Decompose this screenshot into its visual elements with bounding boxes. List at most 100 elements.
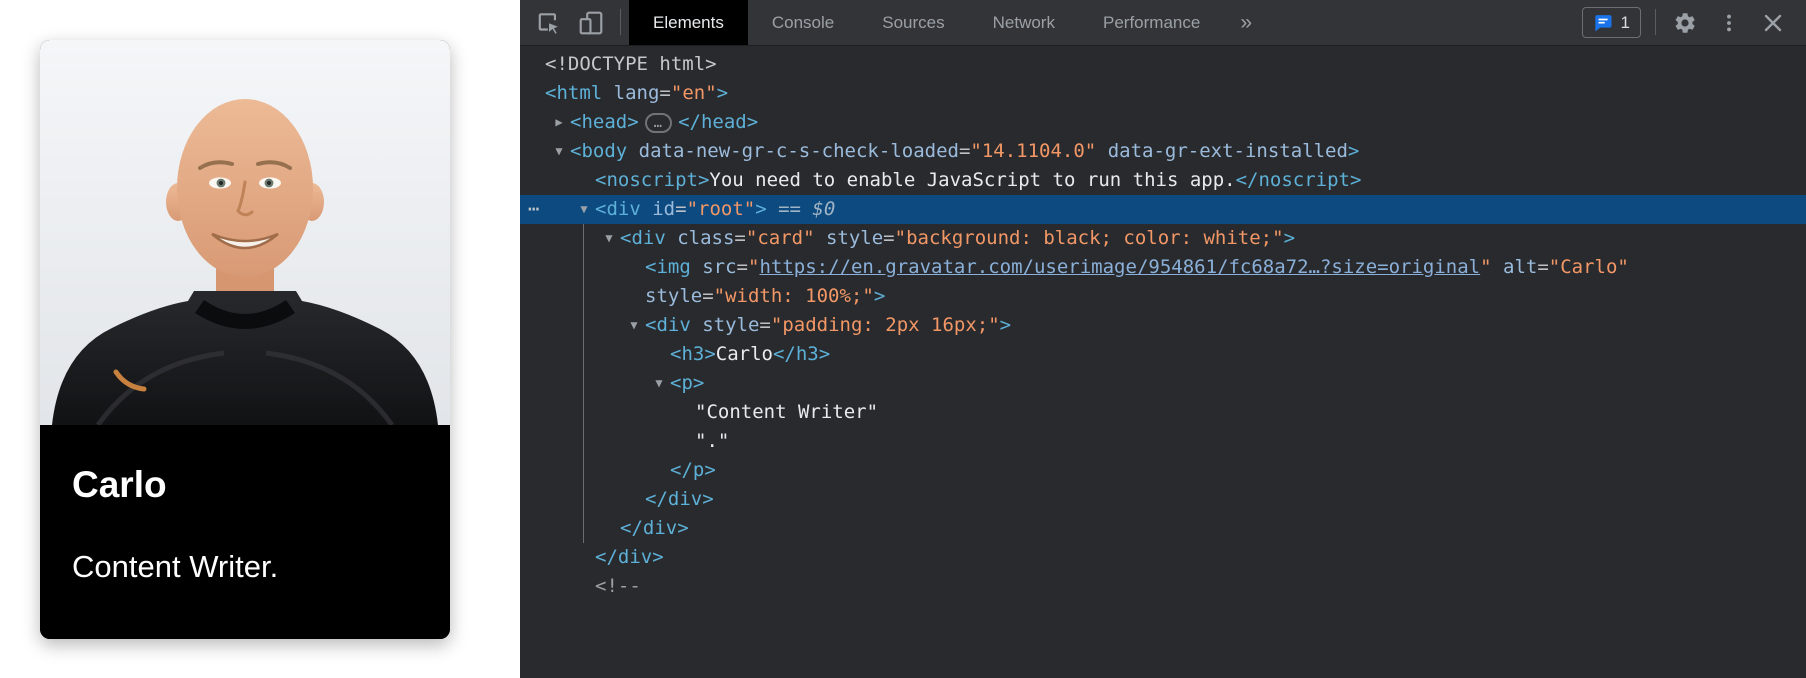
collapse-arrow-icon[interactable]: ▼ — [575, 195, 593, 224]
tree-node[interactable]: ▶ <head>… </head> — [520, 108, 1806, 137]
profile-card-info: Carlo Content Writer. — [40, 425, 450, 639]
tree-node[interactable]: <html lang="en"> — [520, 79, 1806, 108]
code-segment: = — [736, 256, 748, 278]
code-segment: > — [873, 285, 886, 307]
code-segment: style — [825, 227, 884, 249]
device-toolbar-icon — [579, 11, 603, 34]
tree-node[interactable]: <img src="https://en.gravatar.com/userim… — [520, 253, 1806, 282]
code-segment: "card" — [745, 227, 815, 249]
tab-console[interactable]: Console — [748, 0, 858, 45]
code-segment: " — [748, 256, 760, 278]
code-segment: <html — [545, 82, 603, 104]
code-segment: > — [1347, 140, 1360, 162]
tree-node[interactable]: ▼ <div class="card" style="background: bl… — [520, 224, 1806, 253]
tab-network[interactable]: Network — [969, 0, 1079, 45]
issues-chat-icon — [1594, 14, 1612, 31]
code-segment: "background: black; color: white;" — [894, 227, 1284, 249]
code-segment: <!-- — [595, 575, 641, 597]
code-segment: "." — [695, 430, 730, 452]
code-segment: You need to enable JavaScript to run thi… — [709, 169, 1236, 191]
toolbar-right-icons — [1664, 0, 1794, 45]
collapse-arrow-icon[interactable]: ▼ — [650, 369, 668, 398]
profile-card: Carlo Content Writer. — [40, 40, 450, 639]
code-segment: = — [883, 227, 895, 249]
code-segment: "Content Writer" — [695, 401, 879, 423]
tab-performance[interactable]: Performance — [1079, 0, 1224, 45]
more-options-button[interactable] — [1708, 11, 1750, 35]
collapsed-content-icon[interactable]: … — [644, 112, 673, 133]
tree-node[interactable]: <h3>Carlo</h3> — [520, 340, 1806, 369]
expand-arrow-icon[interactable]: ▶ — [550, 108, 568, 137]
tree-node-selected[interactable]: ⋯ ▼ <div id="root"> == $0 — [520, 195, 1806, 224]
close-devtools-button[interactable] — [1752, 11, 1794, 35]
code-segment: > — [716, 82, 729, 104]
code-segment: id — [652, 198, 676, 220]
code-segment: </p> — [670, 459, 716, 481]
code-segment: <head> — [570, 111, 639, 133]
code-segment: > — [999, 314, 1012, 336]
code-segment: <!DOCTYPE html> — [545, 53, 717, 75]
devtools-toolbar: Elements Console Sources Network Performance… — [520, 0, 1806, 46]
tree-node[interactable]: </div> — [520, 514, 1806, 543]
tree-node[interactable]: ▼ <body data-new-gr-c-s-check-loaded="14.… — [520, 137, 1806, 166]
node-actions-icon[interactable]: ⋯ — [528, 195, 541, 224]
collapse-arrow-icon[interactable]: ▼ — [600, 224, 618, 253]
tree-node[interactable]: </div> — [520, 485, 1806, 514]
device-toolbar-button[interactable] — [570, 0, 612, 45]
more-tabs-button[interactable]: » — [1224, 0, 1268, 45]
toolbar-divider-2 — [1655, 9, 1656, 35]
tree-node[interactable]: </div> — [520, 543, 1806, 572]
code-segment: <div — [645, 314, 691, 336]
collapse-arrow-icon[interactable]: ▼ — [625, 311, 643, 340]
issues-badge[interactable]: 1 — [1581, 7, 1641, 38]
inspect-element-button[interactable] — [528, 0, 570, 45]
tree-node[interactable]: "Content Writer" — [520, 398, 1806, 427]
tree-node[interactable]: <!DOCTYPE html> — [520, 50, 1806, 79]
code-segment: = — [702, 285, 714, 307]
code-segment: "padding: 2px 16px;" — [770, 314, 1000, 336]
code-segment: </noscript> — [1235, 169, 1362, 191]
tree-node[interactable]: ▼ <div style="padding: 2px 16px;"> — [520, 311, 1806, 340]
code-segment: <noscript> — [595, 169, 710, 191]
code-segment: > — [1283, 227, 1296, 249]
gear-icon — [1675, 12, 1695, 33]
close-icon — [1764, 14, 1782, 31]
devtools-panel: Elements Console Sources Network Performance… — [520, 0, 1806, 678]
devtools-tabs: Elements Console Sources Network Performance — [629, 0, 1224, 45]
tree-node[interactable]: <noscript>You need to enable JavaScript … — [520, 166, 1806, 195]
code-segment: "en" — [670, 82, 717, 104]
profile-name: Carlo — [72, 464, 167, 505]
code-segment: lang — [613, 82, 660, 104]
tab-sources[interactable]: Sources — [858, 0, 968, 45]
tree-node[interactable]: <!-- — [520, 572, 1806, 601]
rendered-page: Carlo Content Writer. — [0, 0, 520, 678]
code-segment: <body — [570, 140, 628, 162]
code-segment: Carlo — [715, 343, 773, 365]
code-segment: = — [675, 198, 687, 220]
code-segment: <img — [645, 256, 691, 278]
code-segment: "root" — [686, 198, 756, 220]
code-segment: style — [645, 285, 703, 307]
tree-node[interactable]: style="width: 100%;"> — [520, 282, 1806, 311]
attribute-link[interactable]: https://en.gravatar.com/userimage/954861… — [759, 256, 1480, 278]
settings-button[interactable] — [1664, 11, 1706, 35]
collapse-arrow-icon[interactable]: ▼ — [550, 137, 568, 166]
code-segment: "14.1104.0" — [970, 140, 1097, 162]
code-segment: data-new-gr-c-s-check-loaded — [638, 140, 959, 162]
tree-node[interactable]: "." — [520, 427, 1806, 456]
code-segment: class — [677, 227, 735, 249]
code-segment: > — [755, 198, 767, 220]
tree-node[interactable]: ▼ <p> — [520, 369, 1806, 398]
elements-tree: <!DOCTYPE html> <html lang="en"> ▶ <head>… <… — [520, 46, 1806, 678]
profile-role: Content Writer. — [72, 548, 279, 584]
tab-elements[interactable]: Elements — [629, 0, 748, 45]
tree-node[interactable]: </p> — [520, 456, 1806, 485]
code-segment: = — [1537, 256, 1549, 278]
